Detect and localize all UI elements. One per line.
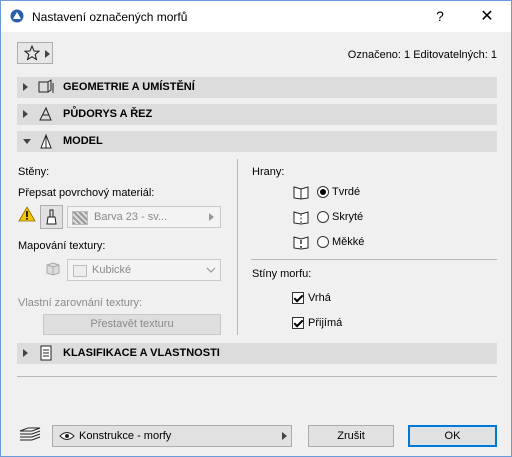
section-label: GEOMETRIE A UMÍSTĚNÍ: [63, 81, 195, 93]
collapse-icon: [23, 139, 31, 144]
mapping-icon: [73, 265, 87, 277]
chevron-right-icon: [45, 50, 50, 58]
section-label: PŮDORYS A ŘEZ: [63, 108, 153, 120]
expand-icon: [23, 83, 28, 91]
cancel-button[interactable]: Zrušit: [308, 425, 394, 447]
shadows-cast-label[interactable]: Vrhá: [308, 292, 331, 304]
shadows-label: Stíny morfu:: [252, 268, 312, 280]
rebuild-texture-button[interactable]: Přestavět texturu: [43, 314, 221, 335]
edges-label: Hrany:: [252, 166, 285, 178]
material-value: Barva 23 - sv...: [94, 211, 168, 223]
soft-edge-icon: [293, 236, 309, 250]
override-material-label: Přepsat povrchový materiál:: [18, 187, 155, 199]
shadows-cast-checkbox[interactable]: [292, 292, 304, 304]
dialog-window: Nastavení označených morfů ? ✕ Označeno:…: [0, 0, 512, 457]
section-label: MODEL: [63, 135, 103, 147]
edges-hard-label[interactable]: Tvrdé: [332, 186, 360, 198]
material-picker[interactable]: Barva 23 - sv...: [67, 206, 221, 228]
hard-edge-icon: [293, 186, 309, 200]
walls-label: Stěny:: [18, 166, 50, 178]
chevron-down-icon: [206, 267, 216, 273]
section-classification[interactable]: KLASIFIKACE A VLASTNOSTI: [17, 343, 497, 364]
help-button[interactable]: ?: [417, 1, 463, 32]
expand-icon: [23, 110, 28, 118]
chevron-right-icon: [209, 213, 214, 221]
edges-hidden-label[interactable]: Skryté: [332, 211, 363, 223]
column-divider: [237, 159, 238, 335]
shadows-receive-checkbox[interactable]: [292, 317, 304, 329]
layer-stack-icon: [19, 427, 41, 441]
eye-icon: [59, 432, 75, 440]
selection-info: Označeno: 1 Editovatelných: 1: [347, 49, 497, 61]
texture-cube-icon: [46, 262, 60, 276]
section-label: KLASIFIKACE A VLASTNOSTI: [63, 347, 220, 359]
model-icon: [40, 133, 52, 149]
edges-hidden-radio[interactable]: [317, 211, 329, 223]
edges-soft-radio[interactable]: [317, 236, 329, 248]
hidden-edge-icon: [293, 211, 309, 225]
texture-mapping-value: Kubické: [92, 264, 132, 276]
archicad-icon: [10, 9, 24, 23]
window-title: Nastavení označených morfů: [32, 10, 188, 24]
edges-soft-label[interactable]: Měkké: [332, 236, 364, 248]
favorites-button[interactable]: [17, 42, 53, 64]
floorplan-icon: [39, 106, 52, 121]
section-geometry[interactable]: GEOMETRIE A UMÍSTĚNÍ: [17, 77, 497, 98]
chevron-right-icon: [282, 432, 287, 440]
layer-value: Konstrukce - morfy: [79, 430, 172, 442]
section-floorplan[interactable]: PŮDORYS A ŘEZ: [17, 104, 497, 125]
edges-hard-radio[interactable]: [317, 186, 329, 198]
override-material-toggle[interactable]: [40, 205, 63, 229]
star-icon: [24, 45, 40, 61]
layer-selector[interactable]: Konstrukce - morfy: [52, 425, 292, 447]
geometry-icon: [38, 79, 54, 93]
footer-divider: [17, 376, 497, 377]
shadows-receive-label[interactable]: Přijímá: [308, 317, 342, 329]
material-swatch: [72, 211, 88, 225]
paint-brush-icon: [46, 209, 57, 225]
close-button[interactable]: ✕: [464, 1, 510, 32]
classification-icon: [40, 345, 52, 361]
expand-icon: [23, 349, 28, 357]
divider: [251, 259, 497, 260]
custom-alignment-label: Vlastní zarovnání textury:: [18, 297, 143, 309]
texture-mapping-select[interactable]: Kubické: [67, 259, 221, 281]
ok-button[interactable]: OK: [408, 425, 497, 447]
section-model[interactable]: MODEL: [17, 131, 497, 152]
texture-mapping-label: Mapování textury:: [18, 240, 106, 252]
title-bar: Nastavení označených morfů ? ✕: [1, 1, 511, 32]
warning-icon: [18, 206, 36, 222]
